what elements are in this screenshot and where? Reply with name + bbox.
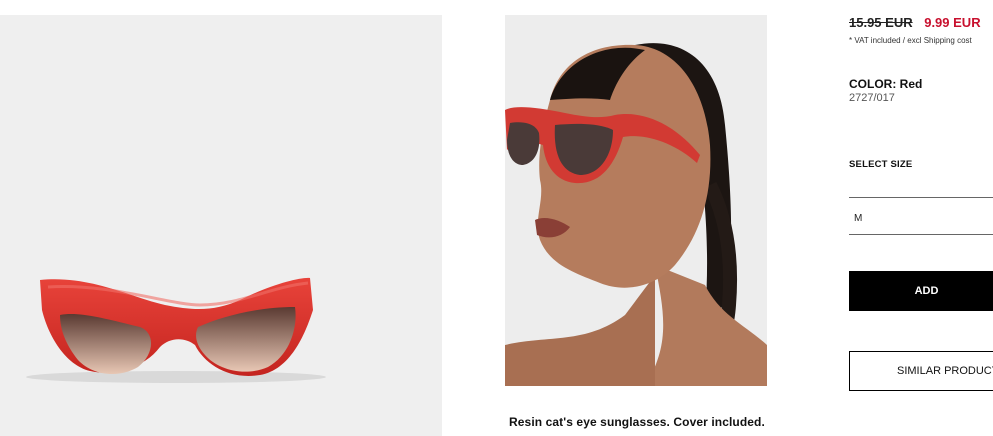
color-name: Red	[899, 77, 923, 91]
similar-products-button[interactable]: SIMILAR PRODUCTS	[849, 351, 993, 391]
model-illustration	[505, 43, 767, 386]
product-image-sunglasses[interactable]	[0, 15, 442, 436]
add-button-label: ADD	[914, 285, 939, 297]
color-row: COLOR: Red	[849, 77, 922, 91]
size-select[interactable]: M	[849, 198, 993, 235]
add-to-cart-button[interactable]: ADD	[849, 271, 993, 311]
similar-button-label: SIMILAR PRODUCTS	[897, 365, 993, 377]
color-label: COLOR:	[849, 77, 897, 91]
select-size-label: SELECT SIZE	[849, 159, 913, 170]
vat-note: * VAT included / excl Shipping cost	[849, 36, 972, 45]
sunglasses-illustration	[26, 277, 326, 383]
product-description: Resin cat's eye sunglasses. Cover includ…	[509, 415, 765, 429]
model-photo[interactable]	[505, 15, 767, 386]
size-value: M	[854, 213, 863, 224]
price-row: 15.95 EUR 9.99 EUR	[849, 15, 981, 30]
product-reference: 2727/017	[849, 92, 895, 104]
sale-price: 9.99 EUR	[924, 15, 981, 30]
old-price: 15.95 EUR	[849, 15, 913, 30]
